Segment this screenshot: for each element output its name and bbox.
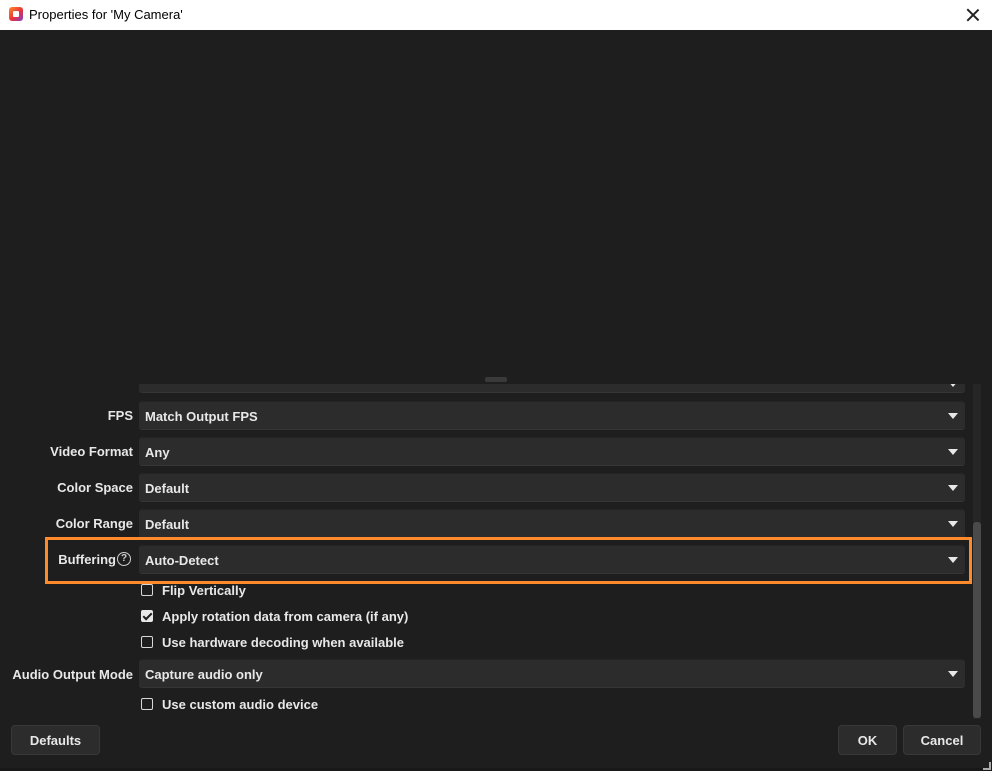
chevron-down-icon bbox=[948, 485, 958, 491]
ok-button[interactable]: OK bbox=[838, 725, 897, 755]
audio-output-mode-label: Audio Output Mode bbox=[12, 667, 133, 682]
title-bar: Properties for 'My Camera' bbox=[0, 0, 992, 30]
chevron-down-icon bbox=[948, 449, 958, 455]
hardware-decoding-checkbox[interactable] bbox=[141, 636, 153, 648]
obs-app-icon bbox=[9, 7, 23, 21]
color-space-value: Default bbox=[145, 481, 190, 496]
resize-grip-icon[interactable] bbox=[983, 762, 991, 770]
defaults-button[interactable]: Defaults bbox=[11, 725, 100, 755]
audio-output-mode-dropdown[interactable]: Capture audio only bbox=[139, 659, 965, 688]
color-range-label: Color Range bbox=[55, 516, 133, 531]
color-space-dropdown[interactable]: Default bbox=[139, 473, 965, 502]
apply-rotation-label: Apply rotation data from camera (if any) bbox=[162, 609, 409, 624]
resolution-value: 1920x1080 bbox=[147, 384, 221, 385]
custom-audio-device-label: Use custom audio device bbox=[162, 697, 319, 712]
chevron-down-icon bbox=[948, 413, 958, 419]
properties-scrollbar[interactable] bbox=[973, 384, 981, 719]
buffering-value: Auto-Detect bbox=[145, 553, 219, 568]
color-range-value: Default bbox=[145, 517, 190, 532]
video-format-dropdown[interactable]: Any bbox=[139, 437, 965, 466]
chevron-down-icon bbox=[948, 671, 958, 677]
flip-vertically-checkbox[interactable] bbox=[141, 584, 153, 596]
fps-dropdown[interactable]: Match Output FPS bbox=[139, 401, 965, 430]
fps-label: FPS bbox=[107, 408, 133, 423]
color-range-dropdown[interactable]: Default bbox=[139, 509, 965, 538]
flip-vertically-label: Flip Vertically bbox=[162, 583, 246, 598]
camera-preview bbox=[0, 30, 992, 376]
video-format-value: Any bbox=[145, 445, 170, 460]
hardware-decoding-label: Use hardware decoding when available bbox=[162, 635, 405, 650]
apply-rotation-checkbox[interactable] bbox=[141, 610, 153, 622]
video-format-label: Video Format bbox=[50, 444, 133, 459]
buffering-dropdown[interactable]: Auto-Detect bbox=[139, 545, 965, 574]
properties-panel: 1920x1080 FPS Match Output FPS Video For… bbox=[0, 384, 992, 719]
color-space-label: Color Space bbox=[57, 480, 133, 495]
audio-output-mode-value: Capture audio only bbox=[145, 667, 263, 682]
chevron-down-icon bbox=[948, 521, 958, 527]
window-title: Properties for 'My Camera' bbox=[29, 7, 183, 22]
close-icon[interactable] bbox=[962, 4, 984, 26]
fps-value: Match Output FPS bbox=[145, 409, 258, 424]
chevron-down-icon bbox=[948, 557, 958, 563]
help-circle-icon[interactable]: ? bbox=[117, 552, 131, 566]
buffering-label: Buffering bbox=[58, 552, 116, 567]
cancel-button[interactable]: Cancel bbox=[903, 725, 981, 755]
custom-audio-device-checkbox[interactable] bbox=[141, 698, 153, 710]
chevron-down-icon bbox=[948, 384, 958, 387]
resolution-dropdown[interactable]: 1920x1080 bbox=[139, 384, 965, 393]
splitter-handle[interactable] bbox=[485, 377, 507, 382]
scrollbar-thumb[interactable] bbox=[973, 522, 981, 718]
